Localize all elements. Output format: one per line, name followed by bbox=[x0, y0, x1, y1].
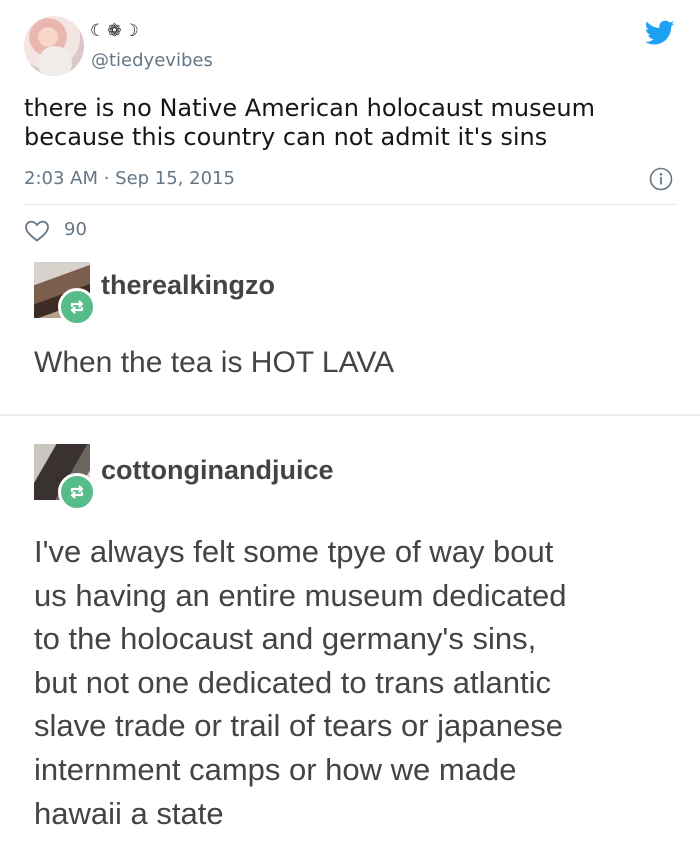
post-text-line: internment camps or how we made bbox=[34, 751, 517, 787]
post-username[interactable]: therealkingzo bbox=[101, 270, 275, 301]
info-icon[interactable] bbox=[649, 167, 673, 191]
post-text: When the tea is HOT LAVA bbox=[34, 343, 394, 383]
tweet-card: ☾❁☽ @tiedyevibes there is no Native Amer… bbox=[0, 0, 700, 256]
post-text-line: us having an entire museum dedicated bbox=[34, 577, 567, 613]
divider bbox=[24, 204, 676, 205]
post-text-line: hawaii a state bbox=[34, 795, 224, 831]
post-text-line: to the holocaust and germany's sins, bbox=[34, 621, 537, 657]
reblog-icon bbox=[58, 473, 96, 511]
post-text-line: but not one dedicated to trans atlantic bbox=[34, 664, 552, 700]
tweet-avatar[interactable] bbox=[24, 16, 84, 76]
display-name[interactable]: ☾❁☽ bbox=[90, 21, 141, 41]
twitter-bird-icon[interactable] bbox=[645, 20, 675, 46]
post-text-line: I've always felt some tpye of way bout bbox=[34, 534, 554, 569]
reblog-icon bbox=[58, 288, 96, 326]
like-count: 90 bbox=[64, 219, 87, 240]
post-text: I've always felt some tpye of way bout u… bbox=[34, 530, 674, 835]
tweet-timestamp[interactable]: 2:03 AM · Sep 15, 2015 bbox=[24, 168, 235, 189]
tweet-text-line: there is no Native American holocaust mu… bbox=[24, 94, 595, 122]
post-username[interactable]: cottonginandjuice bbox=[101, 455, 334, 486]
user-handle[interactable]: @tiedyevibes bbox=[91, 50, 213, 71]
post-text-line: slave trade or trail of tears or japanes… bbox=[34, 708, 563, 744]
tweet-text: there is no Native American holocaust mu… bbox=[24, 94, 664, 152]
post-text-line: When the tea is HOT LAVA bbox=[34, 346, 395, 379]
tweet-text-line: because this country can not admit it's … bbox=[24, 123, 548, 151]
heart-icon[interactable] bbox=[24, 219, 50, 243]
